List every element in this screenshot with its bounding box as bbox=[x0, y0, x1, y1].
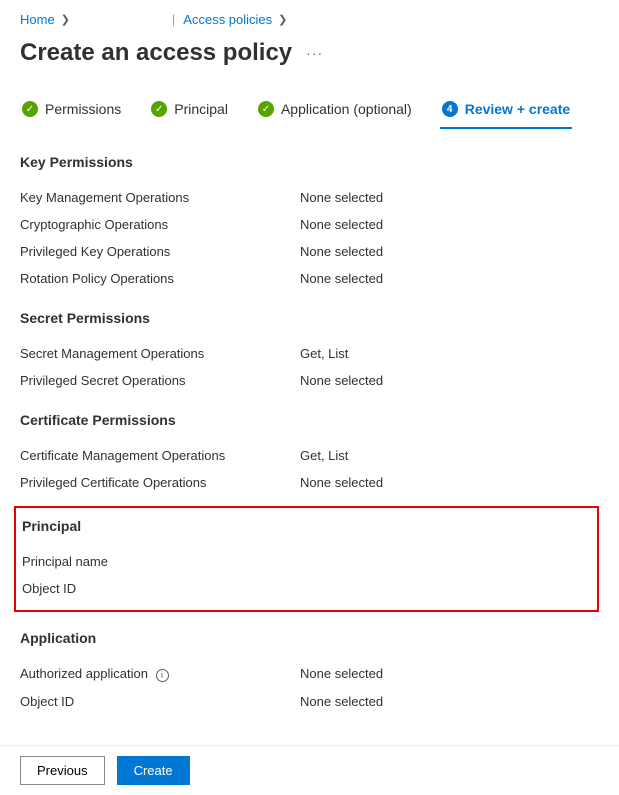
value: None selected bbox=[300, 373, 383, 388]
breadcrumb-access-policies[interactable]: Access policies bbox=[183, 12, 272, 27]
review-content: Key Permissions Key Management Operation… bbox=[0, 130, 619, 715]
check-icon: ✓ bbox=[22, 101, 38, 117]
row-crypto-ops: Cryptographic Operations None selected bbox=[20, 211, 599, 238]
section-application: Application bbox=[20, 630, 599, 646]
wizard-tabs: ✓ Permissions ✓ Principal ✓ Application … bbox=[0, 85, 619, 130]
tab-permissions[interactable]: ✓ Permissions bbox=[20, 93, 123, 129]
previous-button[interactable]: Previous bbox=[20, 756, 105, 785]
tab-label: Principal bbox=[174, 101, 228, 117]
label: Key Management Operations bbox=[20, 190, 300, 205]
tab-label: Application (optional) bbox=[281, 101, 412, 117]
section-key-permissions: Key Permissions bbox=[20, 154, 599, 170]
value: None selected bbox=[300, 217, 383, 232]
row-key-mgmt: Key Management Operations None selected bbox=[20, 184, 599, 211]
label: Authorized application i bbox=[20, 666, 300, 682]
breadcrumb-home[interactable]: Home bbox=[20, 12, 55, 27]
section-certificate-permissions: Certificate Permissions bbox=[20, 412, 599, 428]
label: Privileged Key Operations bbox=[20, 244, 300, 259]
label: Privileged Certificate Operations bbox=[20, 475, 300, 490]
info-icon[interactable]: i bbox=[156, 669, 169, 682]
tab-label: Permissions bbox=[45, 101, 121, 117]
value: None selected bbox=[300, 271, 383, 286]
tab-review-create[interactable]: 4 Review + create bbox=[440, 93, 572, 129]
check-icon: ✓ bbox=[151, 101, 167, 117]
label: Rotation Policy Operations bbox=[20, 271, 300, 286]
row-rotation: Rotation Policy Operations None selected bbox=[20, 265, 599, 292]
label: Object ID bbox=[20, 694, 300, 709]
row-cert-mgmt: Certificate Management Operations Get, L… bbox=[20, 442, 599, 469]
chevron-right-icon: ❯ bbox=[278, 13, 287, 26]
value: None selected bbox=[300, 694, 383, 709]
breadcrumb: Home ❯ | Access policies ❯ bbox=[0, 0, 619, 35]
tab-label: Review + create bbox=[465, 101, 570, 117]
principal-highlight: Principal Principal name Object ID bbox=[14, 506, 599, 612]
title-row: Create an access policy ··· bbox=[0, 35, 619, 85]
section-principal: Principal bbox=[22, 518, 591, 534]
value: None selected bbox=[300, 475, 383, 490]
check-icon: ✓ bbox=[258, 101, 274, 117]
value: None selected bbox=[300, 244, 383, 259]
row-object-id: Object ID bbox=[22, 575, 591, 602]
label: Secret Management Operations bbox=[20, 346, 300, 361]
value: None selected bbox=[300, 666, 383, 681]
tab-application[interactable]: ✓ Application (optional) bbox=[256, 93, 414, 129]
value: Get, List bbox=[300, 346, 348, 361]
more-actions-button[interactable]: ··· bbox=[306, 45, 323, 61]
value: None selected bbox=[300, 190, 383, 205]
value: Get, List bbox=[300, 448, 348, 463]
label: Cryptographic Operations bbox=[20, 217, 300, 232]
label: Principal name bbox=[22, 554, 302, 569]
row-priv-secret: Privileged Secret Operations None select… bbox=[20, 367, 599, 394]
row-app-object-id: Object ID None selected bbox=[20, 688, 599, 715]
footer: Previous Create bbox=[0, 745, 619, 795]
create-button[interactable]: Create bbox=[117, 756, 190, 785]
row-authorized-app: Authorized application i None selected bbox=[20, 660, 599, 688]
step-number-icon: 4 bbox=[442, 101, 458, 117]
row-priv-cert: Privileged Certificate Operations None s… bbox=[20, 469, 599, 496]
page-title: Create an access policy bbox=[20, 39, 292, 67]
chevron-right-icon: ❯ bbox=[61, 13, 70, 26]
label: Privileged Secret Operations bbox=[20, 373, 300, 388]
label: Certificate Management Operations bbox=[20, 448, 300, 463]
row-secret-mgmt: Secret Management Operations Get, List bbox=[20, 340, 599, 367]
row-principal-name: Principal name bbox=[22, 548, 591, 575]
tab-principal[interactable]: ✓ Principal bbox=[149, 93, 230, 129]
label: Object ID bbox=[22, 581, 302, 596]
row-priv-key: Privileged Key Operations None selected bbox=[20, 238, 599, 265]
section-secret-permissions: Secret Permissions bbox=[20, 310, 599, 326]
divider-icon: | bbox=[172, 12, 175, 27]
